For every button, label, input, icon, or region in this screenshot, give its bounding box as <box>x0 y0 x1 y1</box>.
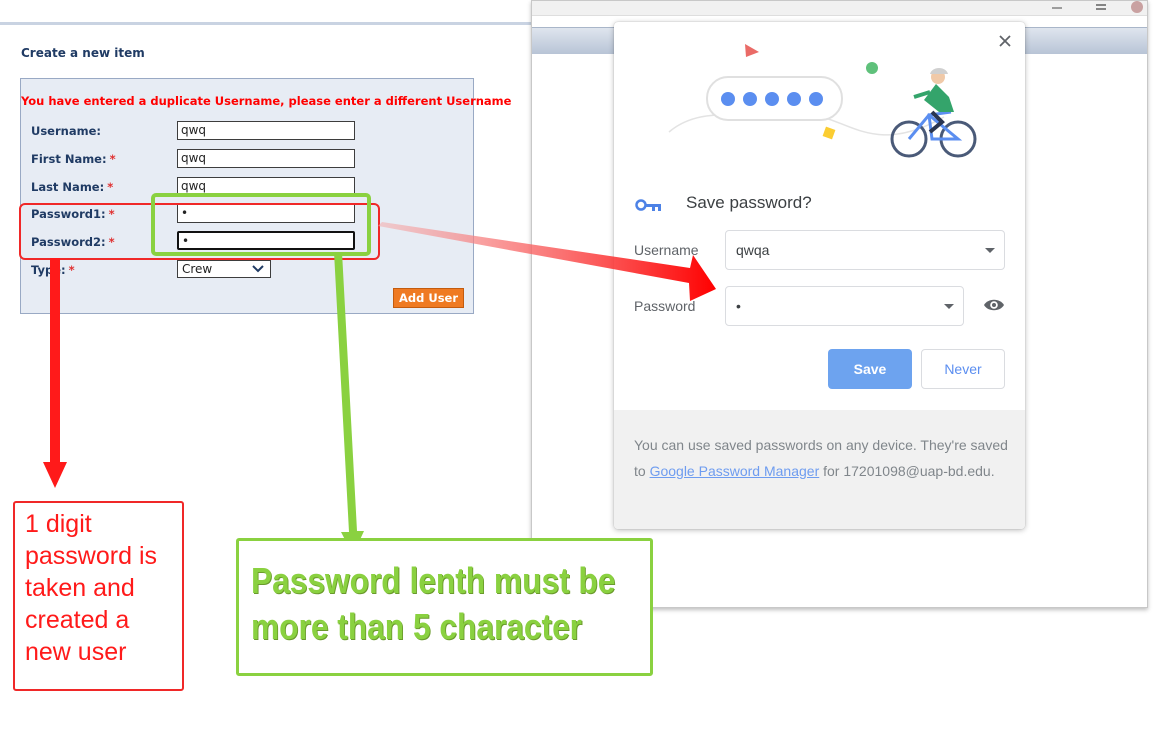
red-note-line: created a <box>25 606 130 634</box>
red-note-line: taken and <box>25 574 135 602</box>
footer-email: 17201098@uap-bd.edu. <box>843 463 995 479</box>
browser-toolbar <box>532 1 1147 16</box>
type-select[interactable]: Crew <box>177 260 271 278</box>
dialog-footer: You can use saved passwords on any devic… <box>614 410 1025 529</box>
password2-label: Password2: * <box>31 235 115 249</box>
dropdown-arrow-icon[interactable] <box>985 248 995 253</box>
avatar[interactable] <box>1130 1 1144 15</box>
red-note-line: password is <box>25 542 157 570</box>
green-note-line: more than 5 character <box>251 606 583 647</box>
type-select-value: Crew <box>182 262 213 276</box>
red-note-line: 1 digit <box>25 510 92 538</box>
footer-text: You can use saved passwords on any devic… <box>634 432 1009 484</box>
key-icon <box>635 199 661 211</box>
username-value: qwqa <box>736 242 770 258</box>
first-name-input[interactable]: qwq <box>177 149 355 168</box>
create-user-form: You have entered a duplicate Username, p… <box>20 78 511 314</box>
password-combobox[interactable]: • <box>725 286 964 326</box>
eye-icon[interactable] <box>983 297 1005 313</box>
password1-label: Password1: * <box>31 207 115 221</box>
required-marker: * <box>108 235 115 249</box>
username-combobox[interactable]: qwqa <box>725 230 1005 270</box>
first-name-label: First Name: * <box>31 152 116 166</box>
footer-text-for: for <box>823 463 840 479</box>
add-user-button[interactable]: Add User <box>393 288 464 308</box>
minimize-icon[interactable] <box>1050 1 1064 15</box>
password1-input[interactable]: • <box>177 204 355 223</box>
username-field-label: Username <box>634 242 699 258</box>
dropdown-arrow-icon[interactable] <box>944 304 954 309</box>
required-marker: * <box>109 152 116 166</box>
required-marker: * <box>108 207 115 221</box>
red-annotation-note: 1 digit password is taken and created a … <box>13 501 184 691</box>
save-password-dialog: Save password? Username qwqa Password • … <box>614 22 1025 529</box>
password-value: • <box>736 298 741 314</box>
password-manager-link[interactable]: Google Password Manager <box>650 463 820 479</box>
last-name-input[interactable]: qwq <box>177 177 355 196</box>
red-note-line: new user <box>25 638 127 666</box>
duplicate-username-error: You have entered a duplicate Username, p… <box>21 94 512 108</box>
page-title: Create a new item <box>21 46 145 60</box>
never-button[interactable]: Never <box>921 349 1005 389</box>
page-top-divider <box>0 22 540 25</box>
dialog-title: Save password? <box>686 193 812 212</box>
green-annotation-note: Password lenth must be more than 5 chara… <box>236 538 653 676</box>
username-label: Username: <box>31 124 101 138</box>
green-note-line: Password lenth must be <box>251 560 616 601</box>
password-field-label: Password <box>634 298 696 314</box>
username-input[interactable]: qwq <box>177 121 355 140</box>
type-label: Type: * <box>31 263 75 277</box>
last-name-label: Last Name: * <box>31 180 114 194</box>
save-button[interactable]: Save <box>828 349 912 389</box>
close-icon[interactable] <box>997 33 1013 49</box>
required-marker: * <box>68 263 75 277</box>
chevron-down-icon <box>252 265 264 273</box>
cyclist-illustration <box>668 44 977 158</box>
menu-icon[interactable] <box>1094 1 1108 15</box>
password2-input[interactable]: • <box>177 231 355 250</box>
required-marker: * <box>107 180 114 194</box>
